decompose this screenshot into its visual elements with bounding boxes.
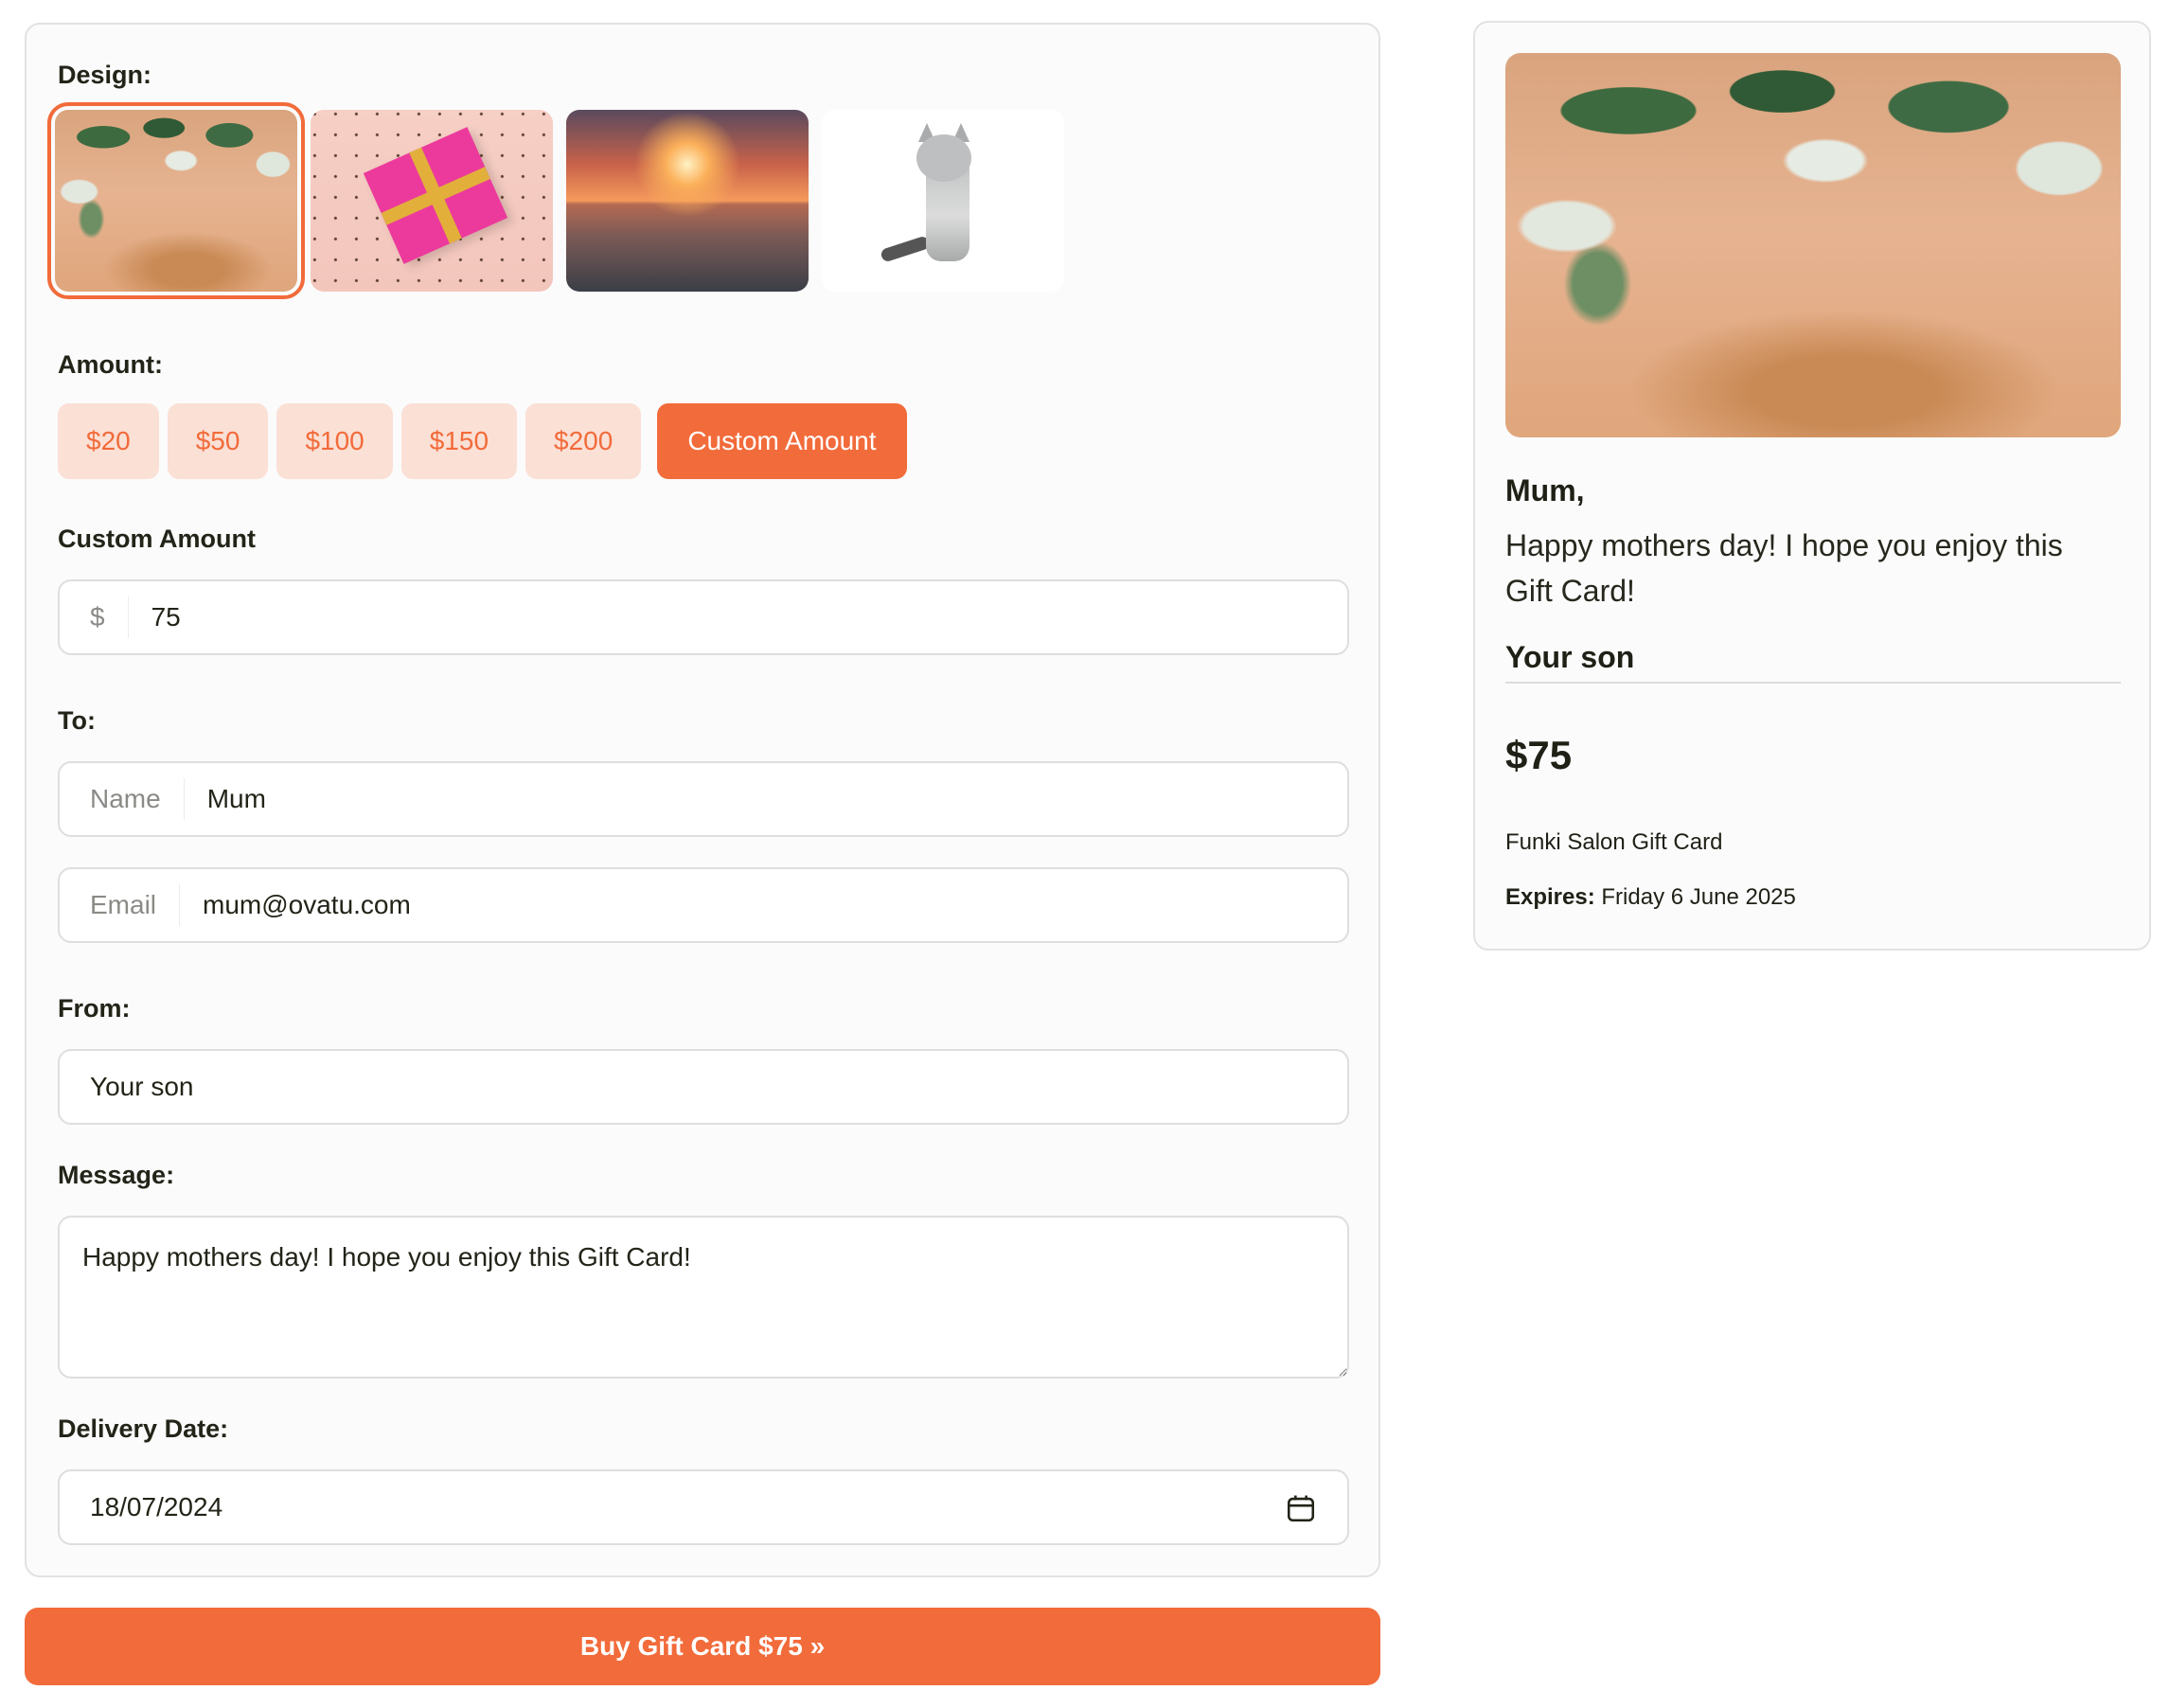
flowers-image — [55, 110, 297, 292]
kitten-image — [822, 110, 1064, 292]
design-option-gift[interactable] — [311, 110, 553, 292]
preview-recipient: Mum, — [1505, 473, 1585, 507]
recipient-name-input[interactable]: Name Mum — [58, 761, 1349, 837]
design-options — [47, 102, 1064, 299]
preview-expiry: Expires: Friday 6 June 2025 — [1505, 884, 1796, 911]
design-option-flowers[interactable] — [47, 102, 305, 299]
amount-20-button[interactable]: $20 — [58, 403, 159, 479]
sender-name-value[interactable]: Your son — [60, 1072, 194, 1102]
custom-amount-button[interactable]: Custom Amount — [657, 403, 907, 479]
custom-amount-label: Custom Amount — [58, 525, 256, 553]
from-label: From: — [58, 994, 131, 1023]
amount-100-button[interactable]: $100 — [276, 403, 393, 479]
preview-amount: $75 — [1505, 733, 1573, 777]
preview-shop-name: Funki Salon Gift Card — [1505, 829, 1723, 855]
amount-label: Amount: — [58, 350, 163, 379]
currency-prefix: $ — [60, 596, 129, 638]
calendar-icon[interactable] — [1285, 1492, 1317, 1524]
message-textarea[interactable]: Happy mothers day! I hope you enjoy this… — [58, 1216, 1349, 1379]
buy-gift-card-button[interactable]: Buy Gift Card $75 » — [25, 1608, 1380, 1685]
amount-150-button[interactable]: $150 — [400, 403, 518, 479]
email-prefix: Email — [60, 884, 181, 926]
recipient-name-value[interactable]: Mum — [185, 784, 266, 814]
sunset-image — [566, 110, 809, 292]
delivery-date-input[interactable]: 18/07/2024 — [58, 1469, 1349, 1545]
preview-divider — [1505, 682, 2121, 684]
preview-design-image — [1505, 53, 2121, 437]
recipient-email-value[interactable]: mum@ovatu.com — [180, 890, 411, 920]
design-option-sunset[interactable] — [566, 110, 809, 292]
custom-amount-input[interactable]: $ 75 — [58, 579, 1349, 655]
name-prefix: Name — [60, 778, 185, 820]
custom-amount-value[interactable]: 75 — [129, 602, 181, 632]
recipient-email-input[interactable]: Email mum@ovatu.com — [58, 867, 1349, 943]
preview-message: Happy mothers day! I hope you enjoy this… — [1505, 528, 2063, 608]
amount-options: $20 $50 $100 $150 $200 Custom Amount — [58, 403, 907, 479]
gift-box-image — [311, 110, 553, 292]
expires-label: Expires: — [1505, 884, 1595, 910]
gift-card-preview: Mum, Happy mothers day! I hope you enjoy… — [1473, 21, 2151, 951]
delivery-date-label: Delivery Date: — [58, 1414, 229, 1443]
to-label: To: — [58, 706, 96, 735]
delivery-date-value[interactable]: 18/07/2024 — [60, 1492, 222, 1522]
sender-name-input[interactable]: Your son — [58, 1049, 1349, 1125]
amount-50-button[interactable]: $50 — [167, 403, 269, 479]
design-option-kitten[interactable] — [822, 110, 1064, 292]
preview-sender: Your son — [1505, 640, 1635, 674]
message-label: Message: — [58, 1161, 175, 1189]
gift-card-form: Design: Amount: $20 $50 $100 $150 $200 C… — [25, 23, 1380, 1577]
expires-value: Friday 6 June 2025 — [1601, 884, 1796, 910]
amount-200-button[interactable]: $200 — [525, 403, 642, 479]
design-label: Design: — [58, 61, 152, 89]
